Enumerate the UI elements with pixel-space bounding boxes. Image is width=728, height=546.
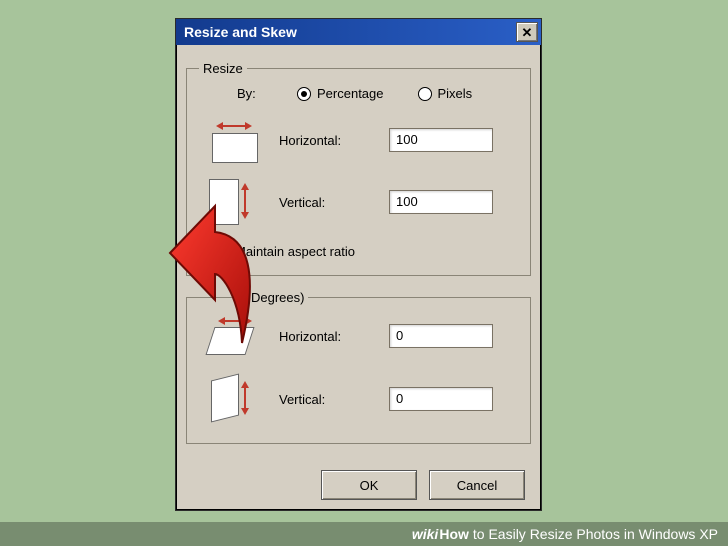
titlebar[interactable]: Resize and Skew ✕ xyxy=(176,19,541,45)
pixels-radio[interactable]: Pixels xyxy=(418,86,473,101)
resize-skew-dialog: Resize and Skew ✕ Resize By: Percentage … xyxy=(175,18,542,511)
skew-horizontal-row: Horizontal: 0 xyxy=(199,315,518,357)
cancel-button[interactable]: Cancel xyxy=(429,470,525,500)
by-label: By: xyxy=(237,86,297,101)
resize-vertical-icon xyxy=(209,179,259,225)
close-button[interactable]: ✕ xyxy=(516,22,538,42)
resize-horizontal-input[interactable]: 100 xyxy=(389,128,493,152)
resize-group: Resize By: Percentage Pixels xyxy=(186,61,531,276)
skew-vertical-icon xyxy=(209,375,259,423)
watermark-band: wikiHow to Easily Resize Photos in Windo… xyxy=(0,522,728,546)
watermark-how: How xyxy=(439,526,469,542)
resize-vertical-input[interactable]: 100 xyxy=(389,190,493,214)
skew-vertical-label: Vertical: xyxy=(279,392,389,407)
resize-legend: Resize xyxy=(199,61,247,76)
button-row: OK Cancel xyxy=(321,470,525,500)
resize-horizontal-row: Horizontal: 100 xyxy=(199,119,518,161)
resize-horizontal-label: Horizontal: xyxy=(279,133,389,148)
maintain-aspect-checkbox[interactable]: ✓ xyxy=(209,243,225,259)
resize-vertical-label: Vertical: xyxy=(279,195,389,210)
dialog-body: Resize By: Percentage Pixels xyxy=(176,45,541,510)
skew-vertical-input[interactable]: 0 xyxy=(389,387,493,411)
skew-horizontal-input[interactable]: 0 xyxy=(389,324,493,348)
radio-empty-icon xyxy=(418,87,432,101)
resize-horizontal-icon xyxy=(209,119,259,161)
skew-legend: Degrees) xyxy=(247,290,308,305)
resize-vertical-row: Vertical: 100 xyxy=(199,179,518,225)
percentage-radio[interactable]: Percentage xyxy=(297,86,384,101)
skew-horizontal-label: Horizontal: xyxy=(279,329,389,344)
skew-vertical-row: Vertical: 0 xyxy=(199,375,518,423)
close-icon: ✕ xyxy=(522,26,533,39)
watermark-rest: to Easily Resize Photos in Windows XP xyxy=(473,526,718,542)
dialog-title: Resize and Skew xyxy=(184,24,297,40)
maintain-aspect-row: ✓ Maintain aspect ratio xyxy=(209,243,518,259)
maintain-aspect-label: Maintain aspect ratio xyxy=(235,244,355,259)
percentage-radio-label: Percentage xyxy=(317,86,384,101)
radio-dot-icon xyxy=(297,87,311,101)
ok-button[interactable]: OK xyxy=(321,470,417,500)
skew-horizontal-icon xyxy=(209,315,259,357)
pixels-radio-label: Pixels xyxy=(438,86,473,101)
resize-by-row: By: Percentage Pixels xyxy=(199,86,518,101)
page-backdrop: Resize and Skew ✕ Resize By: Percentage … xyxy=(0,0,728,546)
watermark-wiki: wiki xyxy=(412,526,438,542)
skew-group: Degrees) Horizontal: 0 xyxy=(186,290,531,444)
